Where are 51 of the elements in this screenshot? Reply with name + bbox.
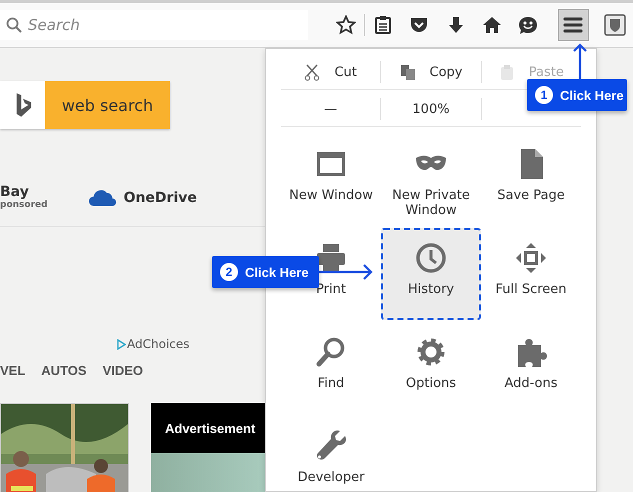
- zoom-reset-button[interactable]: 100%: [380, 98, 481, 120]
- sponsored-label: ponsored: [0, 200, 48, 210]
- menu-icon: [563, 15, 584, 35]
- clipboard-icon: [498, 64, 515, 80]
- gear-icon: [415, 336, 447, 368]
- step-number: 1: [535, 86, 553, 104]
- callout-text: Click Here: [560, 88, 624, 102]
- copy-icon: [400, 64, 416, 80]
- pocket-icon: [409, 15, 430, 35]
- nav-link[interactable]: VIDEO: [102, 363, 144, 381]
- shield-icon: [604, 14, 626, 36]
- search-field[interactable]: Search: [0, 10, 308, 40]
- callout-text: Click Here: [245, 264, 309, 280]
- clock-icon: [415, 242, 447, 274]
- smiley-icon: [518, 15, 538, 35]
- menu-item[interactable]: New Window: [281, 134, 381, 226]
- star-icon: [336, 15, 356, 35]
- home-icon: [482, 15, 502, 35]
- bing-logo-icon: [14, 92, 32, 118]
- pointer-arrow: [319, 264, 373, 280]
- web-search-button[interactable]: web search: [45, 81, 170, 129]
- wrench-icon: [315, 430, 347, 462]
- menu-item[interactable]: Save Page: [481, 134, 581, 226]
- nav-link[interactable]: AUTOS: [41, 363, 87, 381]
- menu-item[interactable]: Developer: [281, 416, 381, 491]
- pointer-arrow: [573, 42, 587, 80]
- menu-item[interactable]: Options: [381, 322, 481, 414]
- site-name[interactable]: OneDrive: [124, 190, 197, 206]
- site-name[interactable]: Bay: [0, 184, 48, 200]
- menu-button[interactable]: [558, 9, 589, 41]
- copy-button[interactable]: Copy: [380, 61, 481, 83]
- menu-item[interactable]: New Private Window: [381, 134, 481, 226]
- step-number: 2: [220, 263, 238, 281]
- nav-link[interactable]: VEL: [0, 363, 26, 381]
- search-icon: [315, 336, 347, 368]
- ad-choices-link[interactable]: AdChoices: [127, 337, 190, 351]
- zoom-out-button[interactable]: —: [281, 98, 380, 120]
- scissors-icon: [304, 64, 320, 80]
- play-icon: [117, 338, 126, 350]
- ad-title: Advertisement: [165, 420, 256, 436]
- cloud-icon: [88, 188, 118, 207]
- search-icon: [6, 17, 22, 33]
- puzzle-icon: [515, 336, 547, 368]
- clipboard-icon: [373, 15, 394, 35]
- arrows-icon: [515, 242, 547, 274]
- printer-icon: [315, 242, 347, 274]
- menu-item[interactable]: History: [381, 228, 481, 320]
- menu-item[interactable]: Full Screen: [481, 228, 581, 320]
- menu-item[interactable]: Add-ons: [481, 322, 581, 414]
- cut-button[interactable]: Cut: [281, 61, 380, 83]
- menu-item[interactable]: Find: [281, 322, 381, 414]
